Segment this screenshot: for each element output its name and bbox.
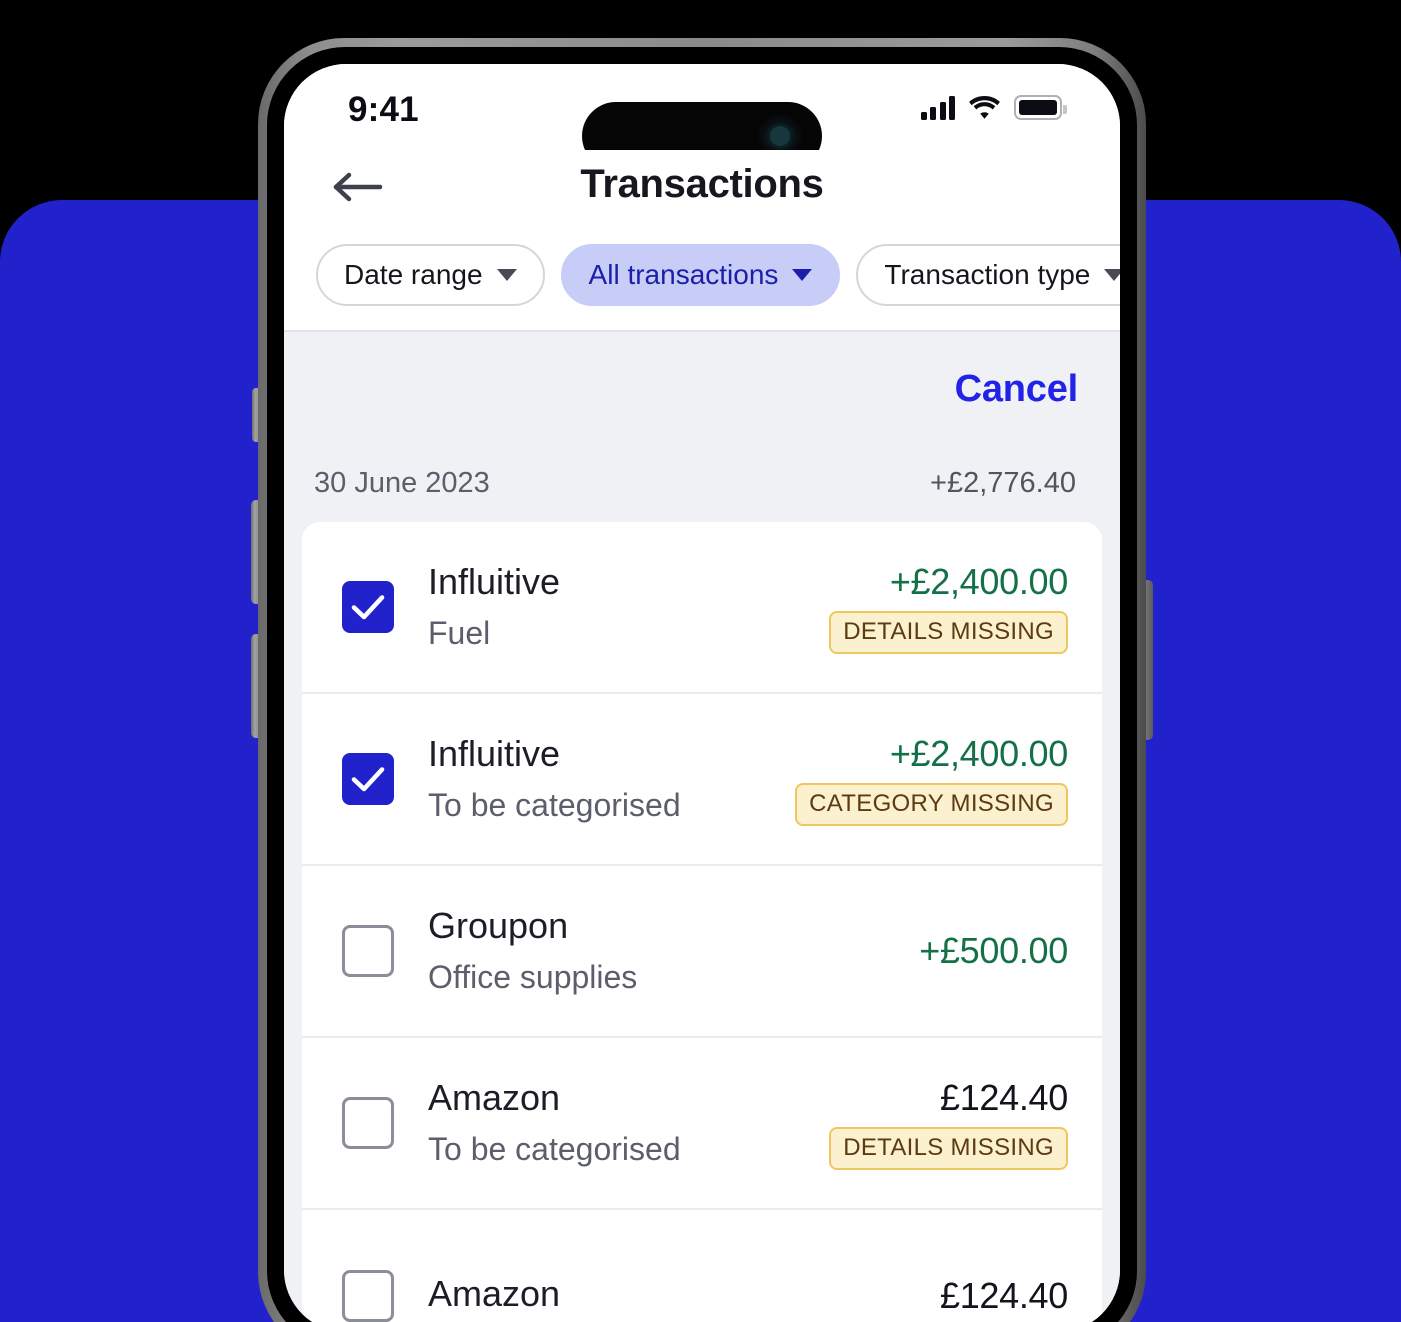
chevron-down-icon	[792, 269, 813, 281]
wifi-icon	[968, 94, 1001, 120]
amount-value: £124.40	[939, 1275, 1068, 1316]
row-checkbox[interactable]	[342, 753, 394, 805]
date-group-total: +£2,776.40	[930, 467, 1076, 499]
status-bar: 9:41	[284, 64, 1120, 170]
category-label: Office supplies	[428, 959, 638, 996]
category-label: To be categorised	[428, 1131, 681, 1168]
status-badge: DETAILS MISSING	[829, 610, 1068, 654]
row-checkbox[interactable]	[342, 1097, 394, 1149]
table-row[interactable]: Amazon £124.40	[302, 1210, 1102, 1322]
merchant-name: Groupon	[428, 904, 569, 946]
selection-action-row: Cancel	[284, 332, 1120, 411]
filter-chip-date-range[interactable]: Date range	[316, 244, 545, 306]
filter-chip-transaction-type-label: Transaction type	[884, 259, 1091, 290]
row-amount-block: +£2,400.00 DETAILS MISSING	[829, 561, 1068, 654]
transactions-body: Cancel 30 June 2023 +£2,776.40 Influitiv…	[284, 332, 1120, 1322]
filter-chip-all-transactions-label: All transactions	[588, 259, 779, 290]
amount-value: +£2,400.00	[889, 560, 1068, 602]
category-label: Fuel	[428, 615, 491, 652]
row-checkbox[interactable]	[342, 581, 394, 633]
row-details: Amazon	[428, 1270, 940, 1322]
status-indicators	[920, 94, 1067, 120]
amount-value: £124.40	[939, 1076, 1068, 1118]
row-amount-block: £124.40 DETAILS MISSING	[829, 1077, 1068, 1170]
filter-chip-transaction-type[interactable]: Transaction type	[856, 244, 1120, 306]
merchant-name: Influitive	[428, 560, 561, 602]
table-row[interactable]: Amazon To be categorised £124.40 DETAILS…	[302, 1038, 1102, 1210]
date-group-label: 30 June 2023	[314, 467, 490, 499]
status-time: 9:41	[348, 90, 419, 129]
signal-icon	[920, 94, 955, 120]
app-header: Transactions	[284, 150, 1120, 226]
merchant-name: Amazon	[428, 1076, 561, 1118]
filter-chip-all-transactions[interactable]: All transactions	[560, 244, 841, 306]
cancel-button[interactable]: Cancel	[955, 368, 1079, 411]
row-amount-block: £124.40	[940, 1275, 1068, 1317]
chevron-down-icon	[1104, 269, 1120, 281]
page-title: Transactions	[580, 162, 824, 206]
merchant-name: Amazon	[428, 1272, 561, 1314]
chevron-down-icon	[496, 269, 517, 281]
row-details: Amazon To be categorised	[428, 1074, 829, 1173]
row-details: Influitive To be categorised	[428, 730, 795, 829]
table-row[interactable]: Influitive To be categorised +£2,400.00 …	[302, 694, 1102, 866]
phone-mockup: 9:41 Transactions Date range All transac…	[251, 38, 1153, 1322]
category-label: To be categorised	[428, 787, 681, 824]
amount-value: +£2,400.00	[889, 732, 1068, 774]
status-badge: CATEGORY MISSING	[795, 782, 1068, 826]
filter-chip-date-range-label: Date range	[344, 259, 483, 290]
merchant-name: Influitive	[428, 732, 561, 774]
row-details: Influitive Fuel	[428, 558, 829, 657]
row-amount-block: +£500.00	[919, 930, 1068, 972]
transactions-list: Influitive Fuel +£2,400.00 DETAILS MISSI…	[302, 522, 1102, 1322]
status-badge: DETAILS MISSING	[829, 1126, 1068, 1170]
amount-value: +£500.00	[919, 930, 1068, 971]
date-group-header: 30 June 2023 +£2,776.40	[284, 411, 1120, 500]
filter-bar: Date range All transactions Transaction …	[284, 226, 1120, 332]
table-row[interactable]: Influitive Fuel +£2,400.00 DETAILS MISSI…	[302, 522, 1102, 694]
table-row[interactable]: Groupon Office supplies +£500.00	[302, 866, 1102, 1038]
row-checkbox[interactable]	[342, 925, 394, 977]
phone-screen: 9:41 Transactions Date range All transac…	[284, 64, 1120, 1322]
row-details: Groupon Office supplies	[428, 902, 919, 1001]
battery-icon	[1014, 94, 1067, 120]
row-amount-block: +£2,400.00 CATEGORY MISSING	[795, 733, 1068, 826]
row-checkbox[interactable]	[342, 1270, 394, 1322]
screenshot-stage: 9:41 Transactions Date range All transac…	[0, 0, 1401, 1322]
